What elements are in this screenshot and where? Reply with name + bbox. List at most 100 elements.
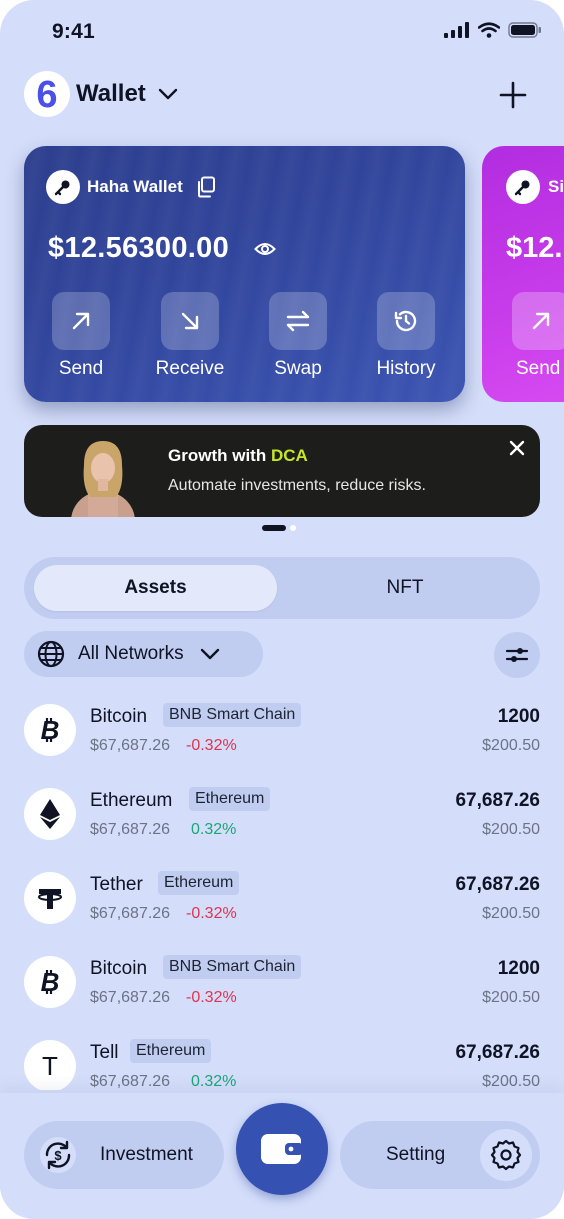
banner-title-prefix: Growth with <box>168 446 271 465</box>
send-label: Send <box>516 358 561 379</box>
network-filter-dropdown[interactable]: All Networks <box>24 631 263 677</box>
asset-name: Bitcoin <box>90 958 148 979</box>
banner-title: Growth with DCA <box>168 446 308 466</box>
app-logo[interactable]: 6 <box>24 71 70 117</box>
list-item[interactable]: T Tell Ethereum $67,687.26 0.32% 67,687.… <box>0 1036 564 1090</box>
gear-icon <box>480 1129 532 1181</box>
person-photo <box>71 441 135 517</box>
key-icon <box>46 170 80 204</box>
asset-value: $200.50 <box>482 821 540 838</box>
globe-icon <box>37 640 65 668</box>
wallet-selector-label[interactable]: Wallet <box>76 80 146 108</box>
wallet-balance: $12. <box>506 232 563 264</box>
swap-button[interactable]: Swap <box>248 292 348 380</box>
asset-value: $200.50 <box>482 1073 540 1090</box>
tell-icon-letter: T <box>42 1050 58 1081</box>
bitcoin-icon: B <box>24 956 76 1008</box>
chain-badge: Ethereum <box>189 787 271 811</box>
pagination-dot-active[interactable] <box>262 525 286 531</box>
wallet-name: Si <box>548 177 564 196</box>
setting-nav-button[interactable]: Setting <box>340 1121 540 1189</box>
close-icon[interactable] <box>508 439 526 457</box>
asset-value: $200.50 <box>482 905 540 922</box>
send-label: Send <box>58 358 104 379</box>
asset-amount: 67,687.26 <box>455 790 540 811</box>
setting-label: Setting <box>386 1144 446 1165</box>
asset-name: Tether <box>90 874 143 895</box>
signal-icon <box>444 22 469 38</box>
wallet-card-secondary[interactable]: Si $12. Send <box>482 146 564 402</box>
banner-subtitle: Automate investments, reduce risks. <box>168 477 426 494</box>
asset-tabs: Assets NFT <box>24 557 540 619</box>
asset-change: -0.32% <box>186 737 237 754</box>
send-button[interactable]: Send <box>512 292 564 380</box>
tether-icon <box>24 872 76 924</box>
chevron-down-icon[interactable] <box>156 82 180 106</box>
status-icons <box>444 22 542 38</box>
asset-amount: 1200 <box>497 706 540 727</box>
asset-amount: 1200 <box>497 958 540 979</box>
asset-change: -0.32% <box>186 905 237 922</box>
asset-price: $67,687.26 <box>90 989 171 1006</box>
asset-price: $67,687.26 <box>90 1073 171 1090</box>
list-item[interactable]: B Bitcoin BNB Smart Chain $67,687.26 -0.… <box>0 952 564 1036</box>
investment-label: Investment <box>100 1144 193 1165</box>
sliders-icon <box>505 648 529 662</box>
history-label: History <box>376 358 436 379</box>
asset-list: B Bitcoin BNB Smart Chain $67,687.26 -0.… <box>0 700 564 1090</box>
swap-label: Swap <box>274 358 322 379</box>
receive-button[interactable]: Receive <box>140 292 240 380</box>
send-button[interactable]: Send <box>31 292 131 380</box>
bottom-navigation: $ Investment Setting <box>0 1093 564 1219</box>
pagination-dot[interactable] <box>290 525 296 531</box>
bitcoin-icon: B <box>24 704 76 756</box>
asset-name: Ethereum <box>90 790 173 811</box>
investment-icon: $ <box>40 1137 76 1173</box>
wallet-balance: $12.56300.00 <box>48 232 229 264</box>
asset-change: 0.32% <box>191 821 237 838</box>
wallet-actions: Send Receive Swap History <box>24 292 465 392</box>
tab-assets[interactable]: Assets <box>34 565 277 611</box>
arrow-down-right-icon <box>161 292 219 350</box>
tab-nft[interactable]: NFT <box>280 565 530 611</box>
arrow-up-right-icon <box>512 292 564 350</box>
carousel-pagination <box>262 525 296 531</box>
tell-icon: T <box>24 1040 76 1090</box>
wallet-icon <box>261 1134 303 1164</box>
network-filter-label: All Networks <box>78 643 184 664</box>
logo-six-icon: 6 <box>36 77 57 111</box>
investment-nav-button[interactable]: $ Investment <box>24 1121 224 1189</box>
list-item[interactable]: B Bitcoin BNB Smart Chain $67,687.26 -0.… <box>0 700 564 784</box>
banner-title-highlight: DCA <box>270 446 308 465</box>
status-time: 9:41 <box>52 20 95 43</box>
list-item[interactable]: Ethereum Ethereum $67,687.26 0.32% 67,68… <box>0 784 564 868</box>
asset-price: $67,687.26 <box>90 821 171 838</box>
asset-change: 0.32% <box>191 1073 237 1090</box>
wallet-card[interactable]: Haha Wallet $12.56300.00 Send Receive Sw… <box>24 146 465 402</box>
asset-name: Bitcoin <box>90 706 148 727</box>
swap-icon <box>269 292 327 350</box>
add-wallet-button[interactable] <box>498 80 528 110</box>
list-item[interactable]: Tether Ethereum $67,687.26 -0.32% 67,687… <box>0 868 564 952</box>
asset-name: Tell <box>90 1042 119 1063</box>
chevron-down-icon <box>200 648 219 660</box>
ethereum-icon <box>24 788 76 840</box>
arrow-up-right-icon <box>52 292 110 350</box>
asset-amount: 67,687.26 <box>455 874 540 895</box>
phone-screen: 9:41 6 Wallet Haha Wallet $12.56300.00 S… <box>0 0 564 1219</box>
asset-amount: 67,687.26 <box>455 1042 540 1063</box>
asset-price: $67,687.26 <box>90 737 171 754</box>
asset-change: -0.32% <box>186 989 237 1006</box>
filter-settings-button[interactable] <box>494 632 540 678</box>
history-icon <box>377 292 435 350</box>
copy-icon[interactable] <box>196 176 216 198</box>
chain-badge: BNB Smart Chain <box>163 703 302 727</box>
svg-text:6: 6 <box>36 77 57 111</box>
wifi-icon <box>478 22 500 38</box>
promo-banner[interactable]: Growth with DCA Automate investments, re… <box>24 425 540 517</box>
eye-icon[interactable] <box>254 240 276 258</box>
battery-icon <box>508 22 541 38</box>
history-button[interactable]: History <box>356 292 456 380</box>
chain-badge: BNB Smart Chain <box>163 955 302 979</box>
wallet-nav-button[interactable] <box>236 1103 328 1195</box>
